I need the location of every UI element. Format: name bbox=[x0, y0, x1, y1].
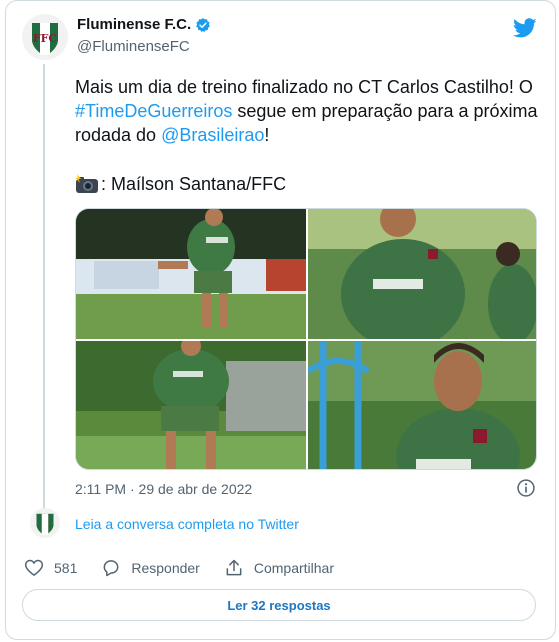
photo-credit-text: : Maílson Santana/FFC bbox=[101, 174, 287, 194]
share-button[interactable]: Compartilhar bbox=[224, 558, 334, 578]
author-name-row[interactable]: Fluminense F.C. bbox=[77, 16, 211, 33]
reply-bubble-icon bbox=[103, 560, 119, 577]
tweet-actions: 581 Responder Compartilhar bbox=[24, 558, 358, 578]
reply-button[interactable]: Responder bbox=[101, 558, 200, 578]
verified-badge-icon bbox=[196, 17, 211, 32]
camera-flash-icon bbox=[75, 174, 98, 193]
training-photo-2[interactable] bbox=[308, 209, 536, 339]
like-count: 581 bbox=[54, 560, 78, 576]
like-button[interactable]: 581 bbox=[24, 558, 77, 578]
share-label: Compartilhar bbox=[253, 560, 334, 576]
read-replies-button[interactable]: Ler 32 respostas bbox=[22, 589, 536, 621]
thread-line bbox=[43, 64, 45, 510]
author-handle[interactable]: @FluminenseFC bbox=[77, 38, 190, 55]
avatar[interactable]: FFC bbox=[22, 14, 68, 60]
avatar-small[interactable] bbox=[30, 508, 60, 538]
tweet-text-before: Mais um dia de treino finalizado no CT C… bbox=[75, 77, 533, 97]
read-conversation-link[interactable]: Leia a conversa completa no Twitter bbox=[75, 516, 299, 532]
training-photo-3[interactable] bbox=[76, 341, 306, 469]
twitter-bird-icon[interactable] bbox=[513, 16, 537, 40]
tweet-timestamp[interactable]: 2:11 PM · 29 de abr de 2022 bbox=[75, 481, 252, 497]
training-photo-4[interactable] bbox=[308, 341, 536, 469]
svg-text:FFC: FFC bbox=[33, 32, 58, 45]
heart-icon bbox=[24, 559, 44, 577]
hashtag-link[interactable]: #TimeDeGuerreiros bbox=[75, 101, 232, 121]
info-icon[interactable] bbox=[516, 478, 536, 498]
author-display-name[interactable]: Fluminense F.C. bbox=[77, 16, 191, 33]
fluminense-crest-icon bbox=[30, 508, 60, 538]
fluminense-crest-icon: FFC bbox=[22, 14, 68, 60]
photo-credit: : Maílson Santana/FFC bbox=[75, 172, 286, 196]
training-photo-1[interactable] bbox=[76, 209, 306, 339]
tweet-text-after: ! bbox=[264, 125, 270, 145]
reply-label: Responder bbox=[131, 560, 200, 576]
mention-link[interactable]: @Brasileirao bbox=[161, 125, 264, 145]
share-icon bbox=[226, 559, 242, 576]
tweet-text: Mais um dia de treino finalizado no CT C… bbox=[75, 75, 545, 147]
media-grid[interactable] bbox=[75, 208, 537, 470]
